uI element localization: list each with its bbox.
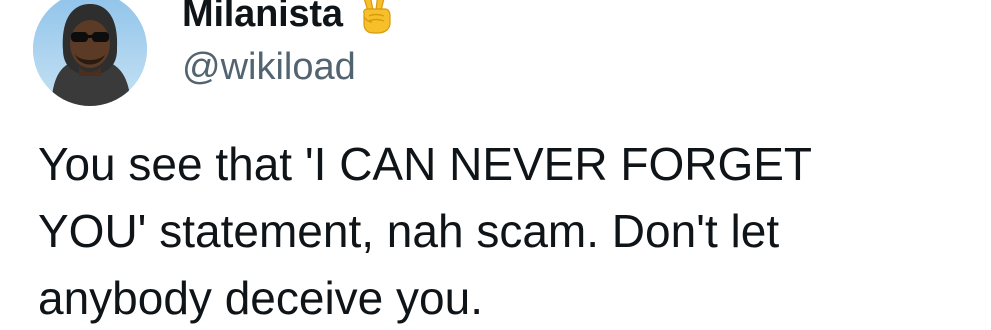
author-name-row[interactable]: Milanista bbox=[182, 0, 397, 40]
author-avatar[interactable] bbox=[33, 0, 147, 106]
tweet-card: Milanista @wikiload You see that 'I CAN … bbox=[0, 0, 991, 330]
author-display-name[interactable]: Milanista bbox=[182, 0, 343, 33]
victory-hand-icon bbox=[357, 0, 397, 35]
author-handle[interactable]: @wikiload bbox=[182, 48, 356, 86]
tweet-text: You see that 'I CAN NEVER FORGET YOU' st… bbox=[38, 138, 813, 324]
avatar-photo-icon bbox=[33, 0, 147, 106]
